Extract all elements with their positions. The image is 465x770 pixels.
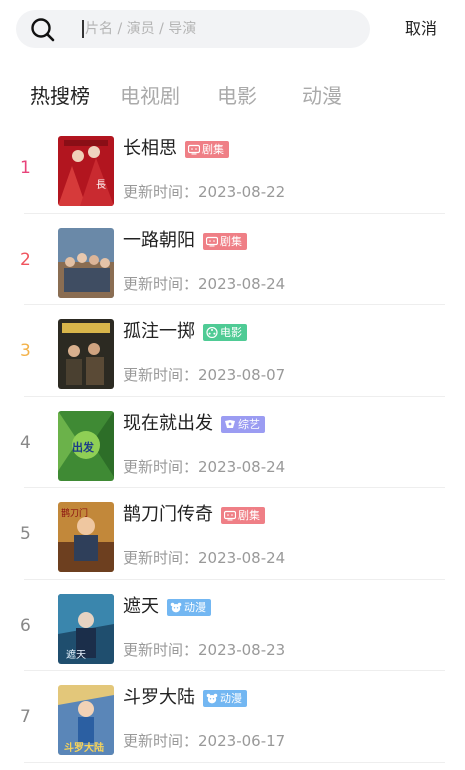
update-time-label: 更新时间： (123, 457, 199, 476)
update-date: 2023-06-17 (198, 732, 286, 750)
item-title[interactable]: 现在就出发 (123, 411, 213, 437)
poster-image[interactable] (58, 227, 114, 298)
ranking-list: 1 長长相思 剧集 更新时间：2023-08-22 2 一路朝阳 剧集 更新时间：2023-0… (0, 122, 465, 763)
svg-text:斗罗大陆: 斗罗大陆 (64, 741, 104, 754)
update-time: 更新时间：2023-08-24 (123, 548, 285, 568)
update-time-label: 更新时间： (123, 274, 199, 293)
badge-label: 剧集 (238, 509, 260, 522)
category-badge: 剧集 (203, 232, 247, 250)
update-time: 更新时间：2023-08-07 (123, 365, 285, 385)
list-item[interactable]: 3 孤注一掷 电影更新时间：2023-08-07 (0, 305, 465, 397)
update-date: 2023-08-24 (198, 274, 286, 293)
category-tabs: 热搜榜 电视剧 电影 动漫 (0, 82, 465, 112)
list-item[interactable]: 1 長 长相思 剧集更新时间：2023-08-22 (0, 122, 465, 214)
rank-number: 3 (20, 341, 31, 361)
category-badge: 剧集 (185, 141, 229, 158)
badge-label: 电影 (220, 326, 242, 339)
list-item[interactable]: 7 斗罗大陆 斗罗大陆 动漫 更新时间：2023-06-17 (0, 671, 465, 763)
category-badge: 剧集 (221, 507, 265, 524)
variety-icon (224, 419, 236, 430)
update-date: 2023-08-23 (198, 640, 286, 659)
list-item[interactable]: 2 一路朝阳 剧集更新时间：2023-08-24 (0, 214, 465, 305)
svg-text:鹊刀门: 鹊刀门 (61, 507, 88, 519)
update-time-label: 更新时间： (123, 549, 199, 567)
tv-icon (188, 144, 200, 155)
badge-label: 动漫 (220, 692, 242, 705)
rank-number: 4 (20, 432, 31, 453)
anime-bear-icon (170, 602, 182, 613)
badge-label: 剧集 (220, 234, 242, 248)
item-title[interactable]: 一路朝阳 (123, 228, 195, 254)
tab-hot-search[interactable]: 热搜榜 (30, 82, 90, 110)
update-date: 2023-08-07 (198, 366, 286, 384)
item-title[interactable]: 鹊刀门传奇 (123, 502, 213, 528)
item-title[interactable]: 遮天 (123, 594, 159, 620)
svg-text:遮天: 遮天 (66, 648, 86, 661)
text-cursor (82, 20, 84, 38)
badge-label: 动漫 (184, 600, 206, 614)
update-time-label: 更新时间： (123, 366, 199, 384)
category-badge: 电影 (203, 324, 247, 341)
rank-number: 1 (20, 158, 31, 178)
poster-image[interactable]: 鹊刀门 (58, 502, 114, 572)
rank-number: 5 (20, 524, 31, 544)
tv-icon (206, 236, 218, 247)
search-icon[interactable] (30, 17, 56, 43)
film-reel-icon (206, 327, 218, 338)
category-badge: 动漫 (203, 690, 247, 707)
rank-number: 6 (20, 615, 31, 636)
update-time: 更新时间：2023-08-22 (123, 182, 285, 202)
badge-label: 综艺 (238, 417, 260, 431)
update-time: 更新时间：2023-08-24 (123, 457, 285, 477)
update-time: 更新时间：2023-08-24 (123, 274, 285, 294)
search-input[interactable] (85, 10, 355, 48)
list-item[interactable]: 6 遮天 遮天 动漫 更新时间：2023-08-23 (0, 580, 465, 671)
svg-text:出发: 出发 (72, 440, 95, 454)
search-bar[interactable] (16, 10, 370, 48)
tab-movies[interactable]: 电影 (217, 82, 257, 110)
poster-image[interactable]: 遮天 (58, 593, 114, 664)
tab-tv-series[interactable]: 电视剧 (120, 82, 180, 110)
category-badge: 动漫 (167, 598, 211, 616)
category-badge: 综艺 (221, 415, 265, 433)
tab-anime[interactable]: 动漫 (302, 82, 342, 110)
item-title[interactable]: 孤注一掷 (123, 319, 195, 345)
update-time: 更新时间：2023-08-23 (123, 640, 285, 660)
update-time-label: 更新时间： (123, 183, 199, 201)
rank-number: 2 (20, 249, 31, 270)
update-date: 2023-08-24 (198, 457, 286, 476)
poster-image[interactable]: 斗罗大陆 (58, 685, 114, 755)
poster-image[interactable]: 出发 (58, 410, 114, 481)
tv-icon (224, 510, 236, 521)
svg-text:長: 長 (96, 179, 106, 191)
poster-image[interactable] (58, 319, 114, 389)
poster-image[interactable]: 長 (58, 136, 114, 206)
item-title[interactable]: 长相思 (123, 136, 177, 162)
item-title[interactable]: 斗罗大陆 (123, 685, 195, 711)
anime-bear-icon (206, 693, 218, 704)
rank-number: 7 (20, 707, 31, 727)
divider (24, 761, 445, 763)
update-time: 更新时间：2023-06-17 (123, 731, 285, 751)
update-date: 2023-08-24 (198, 549, 286, 567)
update-time-label: 更新时间： (123, 732, 199, 750)
update-time-label: 更新时间： (123, 640, 199, 659)
cancel-button[interactable]: 取消 (405, 19, 437, 39)
update-date: 2023-08-22 (198, 183, 286, 201)
list-item[interactable]: 5 鹊刀门 鹊刀门传奇 剧集更新时间：2023-08-24 (0, 488, 465, 580)
list-item[interactable]: 4 出发 现在就出发 综艺更新时间：2023-08-24 (0, 397, 465, 488)
badge-label: 剧集 (202, 143, 224, 156)
